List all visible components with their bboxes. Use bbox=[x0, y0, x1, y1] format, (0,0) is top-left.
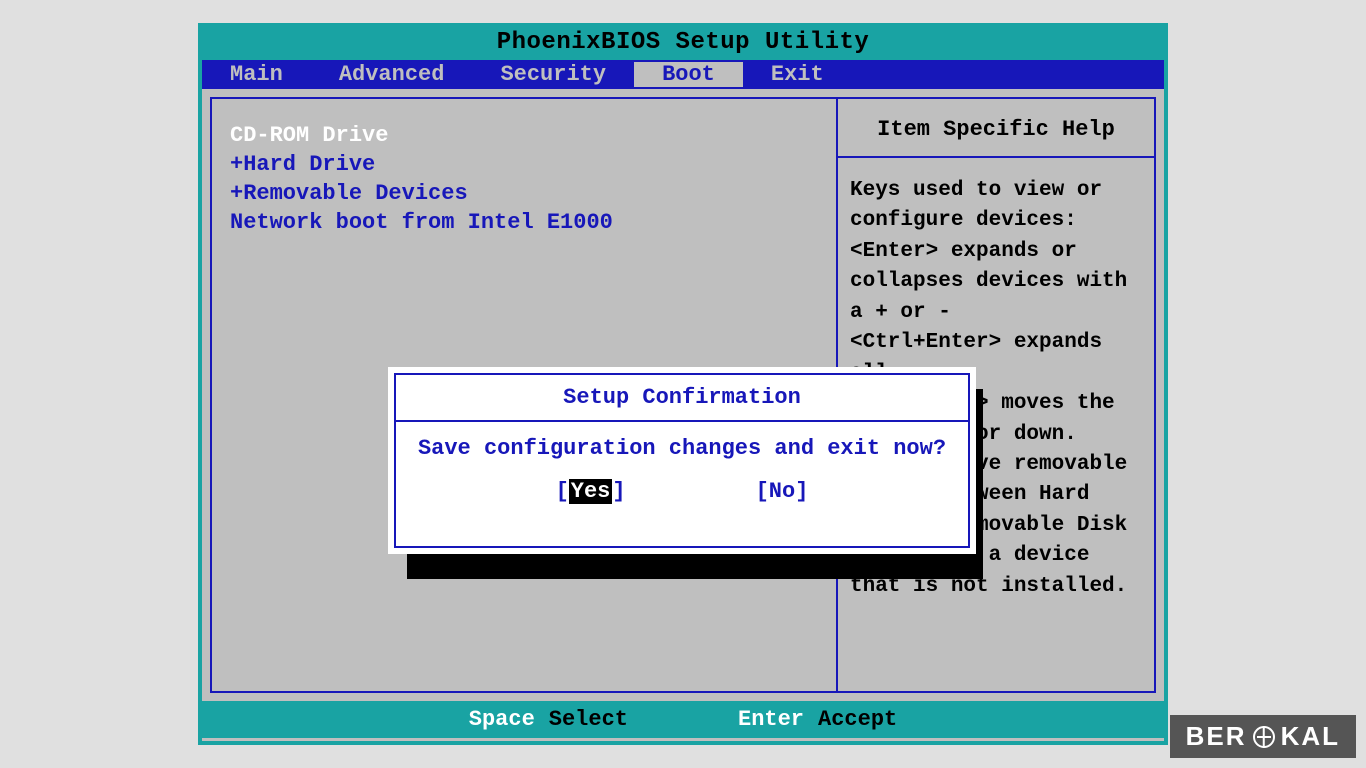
bios-window: PhoenixBIOS Setup Utility Main Advanced … bbox=[198, 23, 1168, 745]
menu-advanced[interactable]: Advanced bbox=[311, 62, 473, 87]
menu-main[interactable]: Main bbox=[202, 62, 311, 87]
help-title: Item Specific Help bbox=[838, 99, 1154, 158]
watermark-text-post: KAL bbox=[1281, 721, 1340, 752]
footer-hint-accept: Enter Accept bbox=[738, 707, 897, 732]
content-area: CD-ROM Drive +Hard Drive +Removable Devi… bbox=[202, 89, 1164, 701]
globe-icon bbox=[1253, 726, 1275, 748]
footer-hint-select: Space Select bbox=[469, 707, 628, 732]
dialog-body: Save configuration changes and exit now?… bbox=[396, 422, 968, 520]
footer-label-select: Select bbox=[549, 707, 628, 732]
dialog-buttons: [Yes] [No] bbox=[396, 479, 968, 504]
boot-item-label: Removable Devices bbox=[243, 181, 467, 206]
boot-item-label: Network boot from Intel E1000 bbox=[230, 210, 613, 235]
boot-list-pane: CD-ROM Drive +Hard Drive +Removable Devi… bbox=[210, 97, 838, 693]
dialog-yes-button[interactable]: [Yes] bbox=[556, 479, 626, 504]
menu-exit[interactable]: Exit bbox=[743, 62, 852, 87]
boot-item-cdrom[interactable]: CD-ROM Drive bbox=[230, 121, 818, 150]
menu-bar: Main Advanced Security Boot Exit bbox=[202, 60, 1164, 89]
boot-item-label: Hard Drive bbox=[243, 152, 375, 177]
footer-key-space: Space bbox=[469, 707, 535, 732]
footer-key-enter: Enter bbox=[738, 707, 804, 732]
footer-bar: Space Select Enter Accept bbox=[202, 701, 1164, 738]
menu-security[interactable]: Security bbox=[472, 62, 634, 87]
dialog-no-button[interactable]: [No] bbox=[756, 479, 809, 504]
footer-label-accept: Accept bbox=[818, 707, 897, 732]
watermark-text-pre: BER bbox=[1186, 721, 1247, 752]
watermark-logo: BER KAL bbox=[1170, 715, 1356, 758]
expand-indicator: + bbox=[230, 152, 243, 177]
dialog-title: Setup Confirmation bbox=[396, 375, 968, 422]
boot-item-label: CD-ROM Drive bbox=[230, 123, 388, 148]
confirmation-dialog: Setup Confirmation Save configuration ch… bbox=[394, 373, 970, 548]
menu-boot[interactable]: Boot bbox=[634, 62, 743, 87]
boot-item-removable[interactable]: +Removable Devices bbox=[230, 179, 818, 208]
boot-item-network[interactable]: Network boot from Intel E1000 bbox=[230, 208, 818, 237]
boot-item-harddrive[interactable]: +Hard Drive bbox=[230, 150, 818, 179]
expand-indicator: + bbox=[230, 181, 243, 206]
dialog-message: Save configuration changes and exit now? bbox=[396, 436, 968, 461]
title-bar: PhoenixBIOS Setup Utility bbox=[202, 27, 1164, 60]
